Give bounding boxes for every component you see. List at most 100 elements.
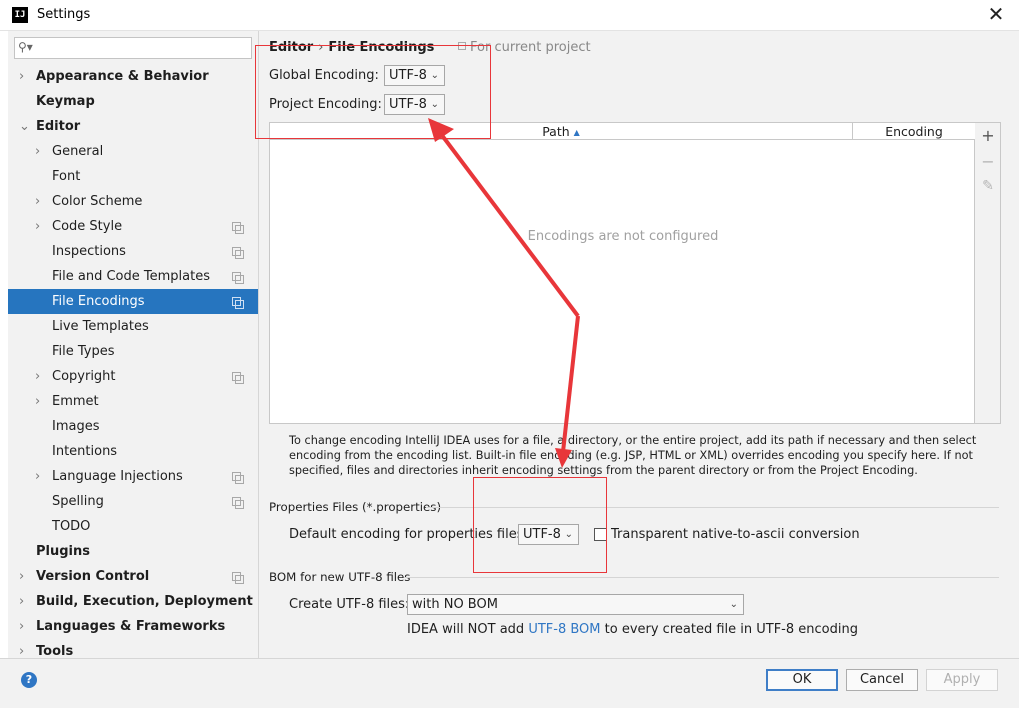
utf8-bom-link[interactable]: UTF-8 BOM: [528, 622, 600, 637]
project-encoding-value: UTF-8: [389, 97, 427, 112]
sidebar-item-label: Language Injections: [52, 469, 183, 484]
scope-note-text: For current project: [470, 40, 591, 55]
global-encoding-value: UTF-8: [389, 68, 427, 83]
section-divider: [426, 507, 999, 508]
project-scope-icon: [232, 297, 244, 309]
sidebar-item-code-style[interactable]: › Code Style: [8, 214, 258, 239]
chevron-right-icon[interactable]: ›: [35, 139, 40, 164]
properties-encoding-value: UTF-8: [523, 527, 561, 542]
sidebar-item-emmet[interactable]: › Emmet: [8, 389, 258, 414]
sidebar-item-images[interactable]: Images: [8, 414, 258, 439]
sidebar-item-label: File Encodings: [52, 294, 145, 309]
table-empty-message: Encodings are not configured: [527, 229, 719, 244]
apply-button[interactable]: Apply: [926, 669, 998, 691]
sidebar-item-spelling[interactable]: Spelling: [8, 489, 258, 514]
project-scope-icon: [232, 572, 244, 584]
create-utf8-files-select[interactable]: with NO BOM ⌄: [407, 594, 744, 615]
sidebar-item-file-types[interactable]: File Types: [8, 339, 258, 364]
properties-section-title: Properties Files (*.properties): [269, 500, 442, 514]
close-icon[interactable]: ✕: [982, 4, 1010, 26]
chevron-right-icon[interactable]: ›: [19, 614, 24, 639]
sidebar-item-file-encodings[interactable]: File Encodings: [8, 289, 258, 314]
sidebar-item-keymap[interactable]: Keymap: [8, 89, 258, 114]
sidebar-item-general[interactable]: › General: [8, 139, 258, 164]
sidebar-item-inspections[interactable]: Inspections: [8, 239, 258, 264]
chevron-down-icon[interactable]: ⌄: [19, 114, 30, 139]
sidebar-item-label: Version Control: [36, 569, 150, 584]
sidebar-item-label: General: [52, 144, 104, 159]
sidebar-item-color-scheme[interactable]: › Color Scheme: [8, 189, 258, 214]
sidebar-item-file-and-code-templates[interactable]: File and Code Templates: [8, 264, 258, 289]
chevron-down-icon: ⌄: [564, 529, 573, 540]
chevron-right-icon[interactable]: ›: [35, 214, 40, 239]
sidebar-item-plugins[interactable]: Plugins: [8, 539, 258, 564]
scope-note: For current project: [458, 40, 591, 55]
sidebar-item-label: Images: [52, 419, 100, 434]
sidebar-item-appearance-behavior[interactable]: › Appearance & Behavior: [8, 64, 258, 89]
chevron-right-icon[interactable]: ›: [19, 589, 24, 614]
breadcrumb-current: File Encodings: [328, 40, 435, 55]
project-encoding-select[interactable]: UTF-8 ⌄: [384, 94, 445, 115]
chevron-right-icon[interactable]: ›: [35, 364, 40, 389]
cancel-button[interactable]: Cancel: [846, 669, 918, 691]
sidebar-item-label: Editor: [36, 119, 81, 134]
properties-encoding-select[interactable]: UTF-8 ⌄: [518, 524, 579, 545]
sidebar-item-editor[interactable]: ⌄ Editor: [8, 114, 258, 139]
settings-sidebar: ⚲▾ › Appearance & Behavior Keymap ⌄ Editor › G…: [8, 31, 259, 659]
edit-icon[interactable]: ✎: [975, 178, 1001, 194]
chevron-right-icon[interactable]: ›: [35, 389, 40, 414]
path-column-header[interactable]: Path ▲: [270, 123, 853, 140]
settings-search-input[interactable]: [39, 39, 247, 57]
section-divider: [404, 577, 999, 578]
remove-icon[interactable]: −: [975, 152, 1001, 171]
help-icon[interactable]: ?: [21, 672, 37, 688]
sidebar-item-label: Inspections: [52, 244, 126, 259]
project-scope-icon: [232, 247, 244, 259]
chevron-right-icon[interactable]: ›: [19, 564, 24, 589]
sidebar-item-label: Intentions: [52, 444, 118, 459]
chevron-right-icon[interactable]: ›: [19, 64, 24, 89]
transparent-conversion-label[interactable]: Transparent native-to-ascii conversion: [611, 527, 860, 542]
sidebar-item-label: Plugins: [36, 544, 90, 559]
bom-note-prefix: IDEA will NOT add: [407, 622, 529, 637]
bom-note-suffix: to every created file in UTF-8 encoding: [600, 622, 858, 637]
bom-section-title: BOM for new UTF-8 files: [269, 570, 411, 584]
sidebar-item-copyright[interactable]: › Copyright: [8, 364, 258, 389]
add-icon[interactable]: +: [975, 126, 1001, 145]
sidebar-item-label: TODO: [52, 519, 91, 534]
chevron-down-icon: ⌄: [729, 599, 738, 610]
project-scope-icon: [458, 42, 466, 50]
transparent-conversion-checkbox[interactable]: [594, 528, 607, 541]
encoding-hint-text: To change encoding IntelliJ IDEA uses fo…: [289, 434, 977, 477]
sidebar-item-languages-frameworks[interactable]: › Languages & Frameworks: [8, 614, 258, 639]
window-title: Settings: [37, 7, 91, 22]
chevron-down-icon: ⌄: [430, 70, 439, 81]
project-scope-icon: [232, 497, 244, 509]
project-scope-icon: [232, 272, 244, 284]
sidebar-item-label: Font: [52, 169, 81, 184]
chevron-right-icon[interactable]: ›: [35, 464, 40, 489]
properties-default-encoding-label: Default encoding for properties files:: [289, 527, 528, 542]
global-encoding-label: Global Encoding:: [269, 68, 379, 83]
sidebar-item-label: Color Scheme: [52, 194, 143, 209]
sidebar-item-label: Code Style: [52, 219, 123, 234]
encodings-table: Path ▲ Encoding Encodings are not configu…: [269, 122, 975, 424]
sidebar-item-font[interactable]: Font: [8, 164, 258, 189]
settings-search-field[interactable]: ⚲▾: [14, 37, 252, 59]
path-column-label: Path: [542, 124, 570, 139]
sidebar-item-version-control[interactable]: › Version Control: [8, 564, 258, 589]
encoding-column-header[interactable]: Encoding: [853, 123, 975, 140]
sidebar-item-todo[interactable]: TODO: [8, 514, 258, 539]
project-scope-icon: [232, 222, 244, 234]
sidebar-item-build-execution-deployment[interactable]: › Build, Execution, Deployment: [8, 589, 258, 614]
sidebar-item-live-templates[interactable]: Live Templates: [8, 314, 258, 339]
sidebar-item-intentions[interactable]: Intentions: [8, 439, 258, 464]
global-encoding-select[interactable]: UTF-8 ⌄: [384, 65, 445, 86]
chevron-right-icon[interactable]: ›: [35, 189, 40, 214]
sidebar-item-language-injections[interactable]: › Language Injections: [8, 464, 258, 489]
project-scope-icon: [232, 372, 244, 384]
breadcrumb-separator-icon: ›: [318, 40, 324, 55]
sidebar-item-label: Languages & Frameworks: [36, 619, 226, 634]
ok-button[interactable]: OK: [766, 669, 838, 691]
settings-tree: › Appearance & Behavior Keymap ⌄ Editor › Gene…: [8, 64, 258, 664]
